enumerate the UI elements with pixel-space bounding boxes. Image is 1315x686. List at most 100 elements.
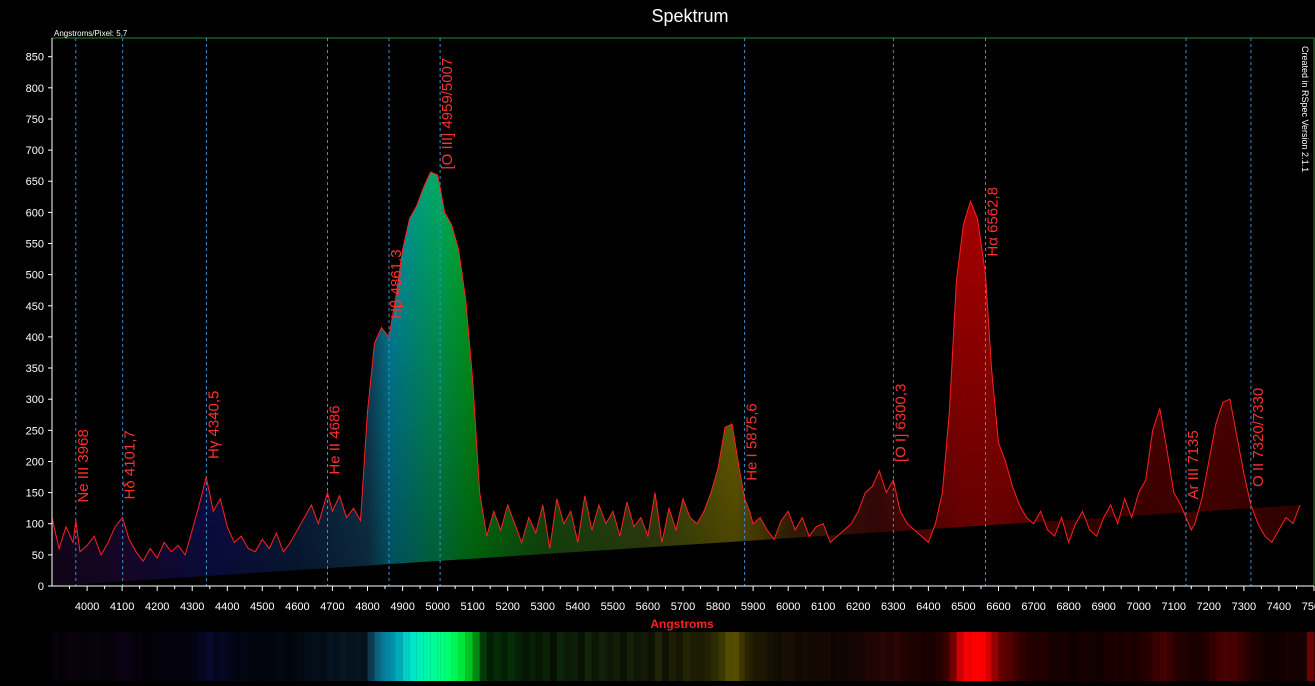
spectrum-chart: Spektrum Angstroms/Pixel: 5,7 Ne III 396… <box>0 0 1315 681</box>
x-tick-label: 7000 <box>1126 601 1150 613</box>
strip-segment <box>1208 632 1216 681</box>
strip-segment <box>1286 632 1293 681</box>
x-tick-label: 4600 <box>285 601 309 613</box>
x-tick-label: 6400 <box>916 601 940 613</box>
strip-segment <box>837 632 845 681</box>
chart-title: Spektrum <box>651 6 728 26</box>
strip-segment <box>725 632 733 681</box>
strip-segment <box>865 632 873 681</box>
strip-segment <box>1300 632 1307 681</box>
strip-segment <box>749 632 754 681</box>
strip-segment <box>704 632 711 681</box>
strip-segment <box>1215 632 1223 681</box>
strip-segment <box>774 632 782 681</box>
strip-segment <box>1047 632 1055 681</box>
strip-segment <box>1124 632 1132 681</box>
strip-segment <box>1019 632 1027 681</box>
strip-segment <box>346 632 354 681</box>
strip-segment <box>1005 632 1013 681</box>
strip-segment <box>115 632 123 681</box>
strip-segment <box>269 632 277 681</box>
x-tick-label: 6000 <box>776 601 800 613</box>
strip-segment <box>662 632 669 681</box>
strip-segment <box>52 632 59 681</box>
strip-segment <box>1278 632 1286 681</box>
strip-segment <box>795 632 803 681</box>
x-tick-label: 5700 <box>671 601 695 613</box>
x-tick-label: 6600 <box>986 601 1010 613</box>
strip-segment <box>669 632 676 681</box>
strip-segment <box>1131 632 1139 681</box>
strip-segment <box>129 632 137 681</box>
strip-segment <box>676 632 683 681</box>
strip-segment <box>479 632 487 681</box>
strip-segment <box>612 632 620 681</box>
strip-segment <box>283 632 291 681</box>
spectrum-line <box>51 171 1301 563</box>
strip-segment <box>619 632 627 681</box>
marker-label: Hα 6562,8 <box>985 187 1002 257</box>
strip-segment <box>893 632 901 681</box>
strip-segment <box>577 632 585 681</box>
strip-segment <box>157 632 165 681</box>
strip-segment <box>563 632 571 681</box>
marker-label: [O I] 6300,3 <box>892 384 909 462</box>
strip-segment <box>353 632 361 681</box>
strip-segment <box>872 632 880 681</box>
strip-segment <box>507 632 515 681</box>
spectrum-curve-group <box>51 171 1301 563</box>
x-tick-label: 5600 <box>636 601 660 613</box>
strip-segment <box>753 632 761 681</box>
y-tick-label: 150 <box>26 488 44 500</box>
strip-segment <box>781 632 789 681</box>
marker-label: Hγ 4340,5 <box>205 391 222 459</box>
strip-segment <box>633 632 641 681</box>
marker-label: [O III] 4959/5007 <box>439 58 456 170</box>
strip-segment <box>164 632 172 681</box>
strip-segment <box>199 632 207 681</box>
strip-segment <box>339 632 347 681</box>
marker-label: Hδ 4101,7 <box>122 430 139 499</box>
marker-label: Hβ 4861,3 <box>388 249 405 319</box>
strip-segment <box>521 632 529 681</box>
strip-segment <box>542 632 550 681</box>
strip-segment <box>220 632 228 681</box>
strip-segment <box>1250 632 1258 681</box>
strip-segment <box>360 632 368 681</box>
x-tick-label: 5900 <box>741 601 765 613</box>
strip-segment <box>1191 632 1195 681</box>
strip-segment <box>598 632 606 681</box>
strip-segment <box>255 632 263 681</box>
strip-segment <box>1110 632 1118 681</box>
strip-segment <box>1307 632 1314 681</box>
strip-segment <box>767 632 775 681</box>
y-tick-label: 50 <box>32 550 44 562</box>
marker-label: Ne III 3968 <box>75 429 92 502</box>
x-tick-label: 5200 <box>495 601 519 613</box>
strip-segment <box>150 632 158 681</box>
y-tick-label: 250 <box>26 425 44 437</box>
strip-segment <box>423 632 431 681</box>
x-tick-label: 5500 <box>601 601 625 613</box>
strip-segment <box>59 632 66 681</box>
spectrum-chart-svg: Spektrum Angstroms/Pixel: 5,7 Ne III 396… <box>26 6 1315 681</box>
strip-segment <box>1194 632 1202 681</box>
strip-segment <box>297 632 305 681</box>
x-tick-label: 6100 <box>811 601 835 613</box>
strip-segment <box>942 632 950 681</box>
strip-segment <box>136 632 144 681</box>
y-tick-label: 800 <box>26 83 44 95</box>
strip-segment <box>465 632 473 681</box>
marker-label: Ar III 7135 <box>1185 430 1202 499</box>
y-tick-label: 100 <box>26 519 44 531</box>
strip-segment <box>1257 632 1265 681</box>
y-tick-label: 500 <box>26 270 44 282</box>
strip-segment <box>556 632 564 681</box>
strip-segment <box>1201 632 1209 681</box>
strip-segment <box>851 632 859 681</box>
strip-segment <box>591 632 599 681</box>
y-tick-label: 750 <box>26 114 44 126</box>
strip-segment <box>697 632 704 681</box>
strip-segment <box>802 632 810 681</box>
strip-segment <box>956 632 964 681</box>
